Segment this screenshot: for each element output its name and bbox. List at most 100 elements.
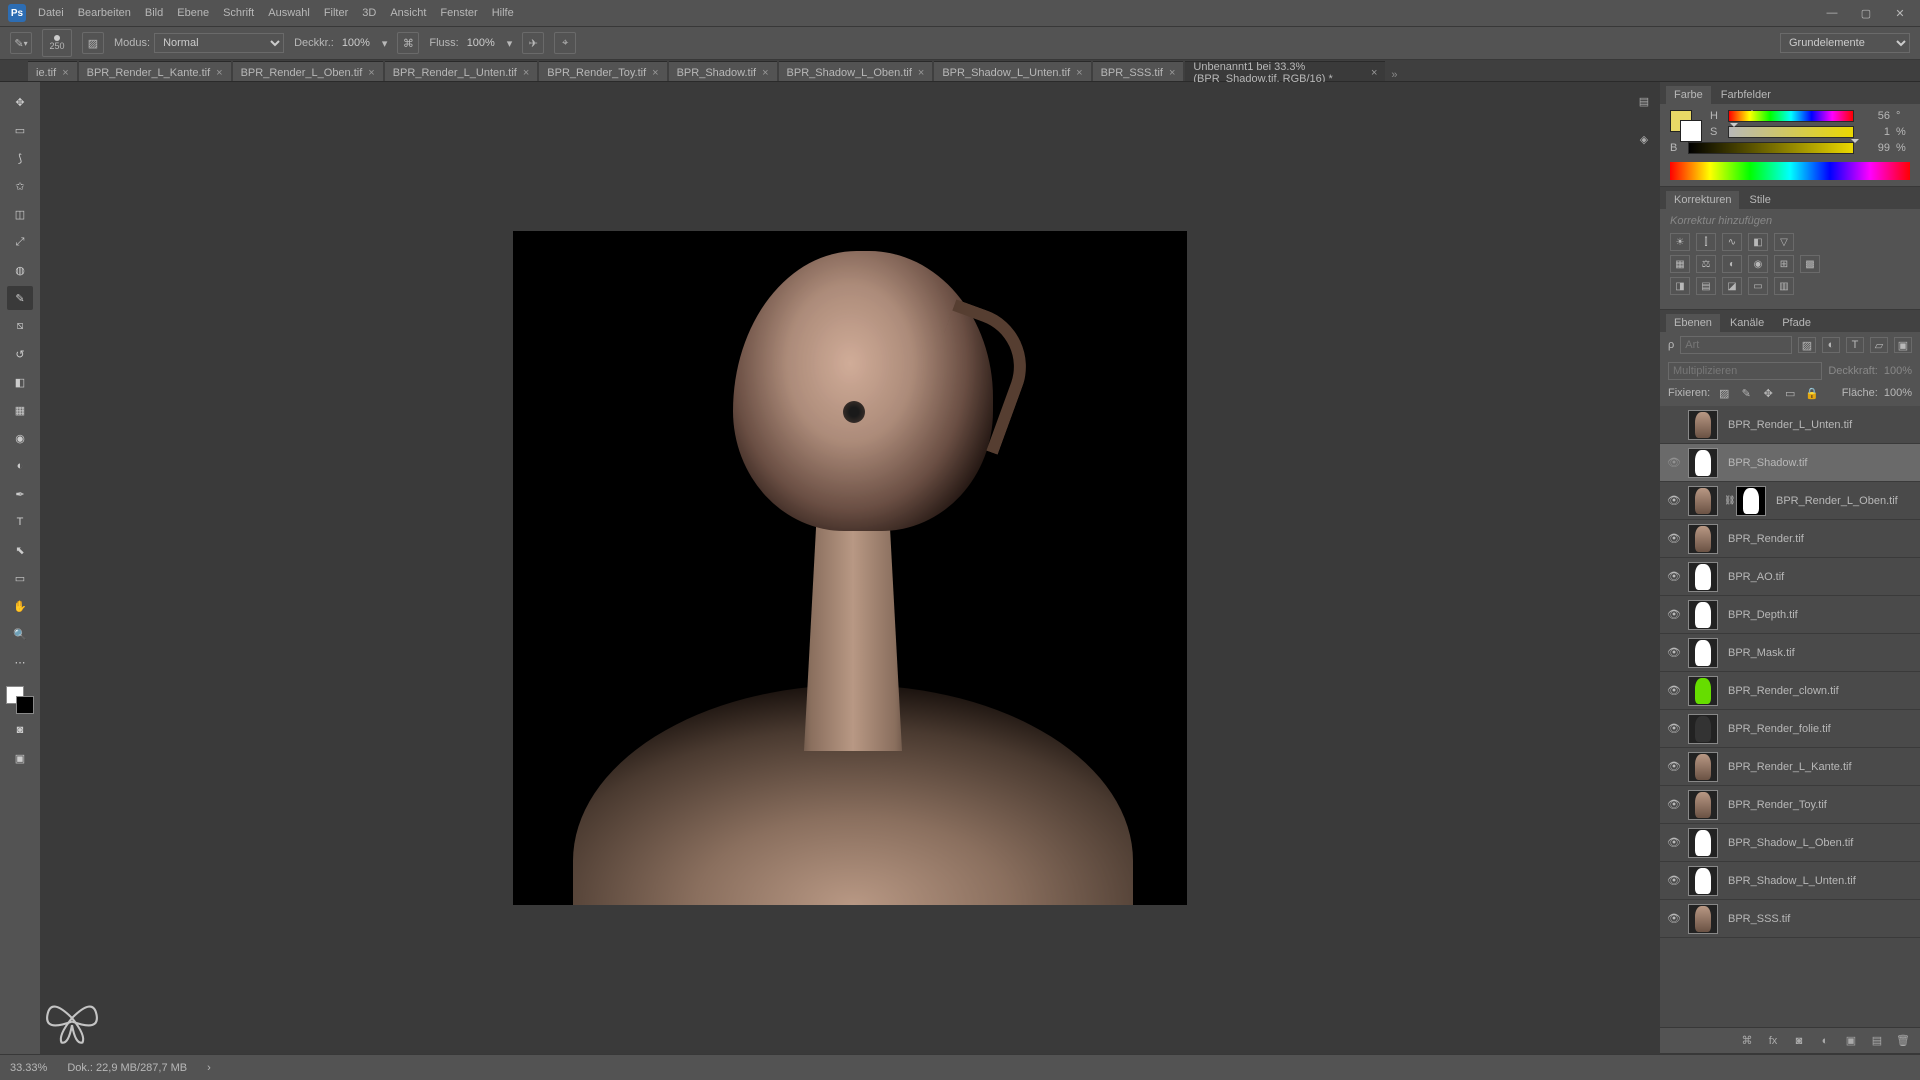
new-layer-icon[interactable]: ▤ [1868, 1033, 1886, 1049]
tab-farbfelder[interactable]: Farbfelder [1713, 86, 1779, 104]
document-tab[interactable]: BPR_Render_L_Oben.tif× [233, 61, 383, 81]
layer-visibility-toggle[interactable]: 👁 [1660, 912, 1688, 925]
lasso-tool[interactable]: ⟆ [7, 146, 33, 170]
document-tab[interactable]: BPR_Render_Toy.tif× [539, 61, 666, 81]
crop-tool[interactable]: ◫ [7, 202, 33, 226]
minimize-button[interactable]: — [1820, 5, 1844, 21]
layer-visibility-toggle[interactable]: 👁 [1660, 684, 1688, 697]
layer-row[interactable]: 👁BPR_Shadow.tif [1660, 444, 1920, 482]
layer-name[interactable]: BPR_Render.tif [1724, 533, 1914, 545]
opacity-pressure-icon[interactable]: ⌘ [397, 32, 419, 54]
link-layers-icon[interactable]: ⌘ [1738, 1033, 1756, 1049]
delete-layer-icon[interactable]: 🗑 [1894, 1033, 1912, 1049]
lock-all-icon[interactable]: 🔒 [1804, 386, 1820, 400]
properties-panel-icon[interactable]: ◈ [1633, 128, 1655, 150]
sat-value[interactable]: 1 [1860, 126, 1890, 138]
airbrush-icon[interactable]: ✈ [522, 32, 544, 54]
layer-visibility-toggle[interactable]: 👁 [1660, 646, 1688, 659]
layer-thumbnail[interactable] [1688, 904, 1718, 934]
filter-type-icon[interactable]: T [1846, 337, 1864, 353]
layer-name[interactable]: BPR_Render_L_Kante.tif [1724, 761, 1914, 773]
tool-preset-picker[interactable]: ✎▾ [10, 32, 32, 54]
layer-row[interactable]: 👁BPR_Mask.tif [1660, 634, 1920, 672]
menu-datei[interactable]: Datei [38, 7, 64, 19]
tab-pfade[interactable]: Pfade [1774, 314, 1819, 332]
zoom-level[interactable]: 33.33% [10, 1062, 47, 1074]
tabs-overflow-icon[interactable]: » [1391, 69, 1397, 81]
layer-row[interactable]: 👁BPR_Depth.tif [1660, 596, 1920, 634]
layer-row[interactable]: 👁 BPR_Render_L_Kante.tif [1660, 748, 1920, 786]
document-tab[interactable]: BPR_Render_L_Kante.tif× [79, 61, 231, 81]
hand-tool[interactable]: ✋ [7, 594, 33, 618]
layer-thumbnail[interactable] [1688, 752, 1718, 782]
layer-name[interactable]: BPR_Shadow_L_Oben.tif [1724, 837, 1914, 849]
color-spectrum[interactable] [1670, 162, 1910, 180]
tab-close-icon[interactable]: × [216, 67, 222, 79]
hue-slider[interactable] [1728, 110, 1854, 122]
add-mask-icon[interactable]: ◙ [1790, 1033, 1808, 1049]
blur-tool[interactable]: ◉ [7, 426, 33, 450]
layer-name[interactable]: BPR_Shadow_L_Unten.tif [1724, 875, 1914, 887]
document-tab[interactable]: ie.tif× [28, 61, 77, 81]
layer-visibility-toggle[interactable]: 👁 [1660, 570, 1688, 583]
clone-stamp-tool[interactable]: ⧅ [7, 314, 33, 338]
color-swatch[interactable] [6, 686, 34, 714]
layer-row[interactable]: 👁BPR_Render_Toy.tif [1660, 786, 1920, 824]
layer-thumbnail[interactable] [1688, 486, 1718, 516]
layer-row[interactable]: 👁BPR_AO.tif [1660, 558, 1920, 596]
flow-input[interactable] [463, 35, 503, 51]
lock-pixels-icon[interactable]: ✎ [1738, 386, 1754, 400]
menu-schrift[interactable]: Schrift [223, 7, 254, 19]
adj-invert-icon[interactable]: ◨ [1670, 277, 1690, 295]
edit-toolbar[interactable]: ⋯ [7, 650, 33, 674]
tab-ebenen[interactable]: Ebenen [1666, 314, 1720, 332]
document-tab[interactable]: BPR_Render_L_Unten.tif× [385, 61, 538, 81]
layer-row[interactable]: 👁BPR_Shadow_L_Unten.tif [1660, 862, 1920, 900]
color-swatch-large[interactable] [1670, 110, 1702, 142]
document-canvas[interactable] [513, 231, 1187, 905]
layer-visibility-toggle[interactable]: 👁 [1660, 722, 1688, 735]
adj-curves-icon[interactable]: ∿ [1722, 233, 1742, 251]
pen-tool[interactable]: ✒ [7, 482, 33, 506]
screen-mode-toggle[interactable]: ▣ [7, 746, 33, 770]
bri-slider[interactable] [1688, 142, 1854, 154]
filter-shape-icon[interactable]: ▱ [1870, 337, 1888, 353]
tab-close-icon[interactable]: × [368, 67, 374, 79]
menu-bearbeiten[interactable]: Bearbeiten [78, 7, 131, 19]
tab-close-icon[interactable]: × [762, 67, 768, 79]
adj-levels-icon[interactable]: ⫿ [1696, 233, 1716, 251]
canvas-workspace[interactable] [40, 82, 1660, 1054]
menu-fenster[interactable]: Fenster [440, 7, 477, 19]
adj-vibrance-icon[interactable]: ▽ [1774, 233, 1794, 251]
brush-tool[interactable]: ✎ [7, 286, 33, 310]
magic-wand-tool[interactable]: ✩ [7, 174, 33, 198]
layer-row[interactable]: 👁BPR_Render_folie.tif [1660, 710, 1920, 748]
adj-brightness-icon[interactable]: ☀ [1670, 233, 1690, 251]
menu-filter[interactable]: Filter [324, 7, 348, 19]
layer-thumbnail[interactable] [1688, 448, 1718, 478]
doc-size[interactable]: Dok.: 22,9 MB/287,7 MB [67, 1062, 187, 1074]
eyedropper-tool[interactable]: ⤢ [7, 230, 33, 254]
adj-colorbalance-icon[interactable]: ⚖ [1696, 255, 1716, 273]
layer-name[interactable]: BPR_Render_clown.tif [1724, 685, 1914, 697]
layer-visibility-toggle[interactable]: 👁 [1660, 456, 1688, 469]
tab-close-icon[interactable]: × [1169, 67, 1175, 79]
brush-preset-picker[interactable]: 250 [42, 29, 72, 57]
layer-visibility-toggle[interactable]: 👁 [1660, 760, 1688, 773]
tab-kanale[interactable]: Kanäle [1722, 314, 1772, 332]
layer-thumbnail[interactable] [1688, 828, 1718, 858]
menu-bild[interactable]: Bild [145, 7, 163, 19]
history-panel-icon[interactable]: ▤ [1633, 90, 1655, 112]
adj-gradientmap-icon[interactable]: ▭ [1748, 277, 1768, 295]
layer-name[interactable]: BPR_Render_L_Unten.tif [1724, 419, 1914, 431]
menu-ebene[interactable]: Ebene [177, 7, 209, 19]
sat-slider[interactable] [1728, 126, 1854, 138]
layer-visibility-toggle[interactable]: 👁 [1660, 532, 1688, 545]
document-tab[interactable]: BPR_SSS.tif× [1093, 61, 1184, 81]
document-tab[interactable]: Unbenannt1 bei 33.3% (BPR_Shadow.tif, RG… [1185, 61, 1385, 81]
layer-row[interactable]: 👁 BPR_Render.tif [1660, 520, 1920, 558]
tab-close-icon[interactable]: × [918, 67, 924, 79]
filter-pixel-icon[interactable]: ▨ [1798, 337, 1816, 353]
layer-thumbnail[interactable] [1688, 638, 1718, 668]
tab-close-icon[interactable]: × [523, 67, 529, 79]
